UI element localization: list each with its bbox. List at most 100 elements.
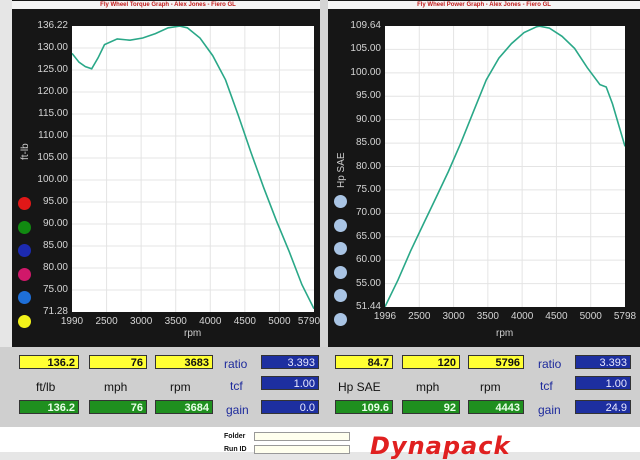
right-y-tick-label: 95.00 — [355, 90, 381, 102]
tcf-value[interactable]: 1.00 — [261, 376, 319, 390]
left-y-tick-label: 120.00 — [37, 86, 68, 97]
rpm-label: rpm — [170, 380, 191, 394]
left-y-tick-label: 85.00 — [42, 240, 68, 251]
left-x-tick-label: 3500 — [164, 316, 187, 327]
right-indicator-dot[interactable] — [334, 289, 347, 302]
left-x-tick-label: 4500 — [233, 316, 256, 327]
right-y-tick-label: 60.00 — [355, 254, 381, 266]
mph-peak-value-right: 92 — [402, 400, 460, 414]
left-indicator-dot[interactable] — [18, 291, 31, 304]
left-indicator-dot[interactable] — [18, 314, 31, 328]
right-y-tick-label: 100.00 — [350, 66, 381, 78]
gain-value-right[interactable]: 24.9 — [575, 400, 631, 414]
rpm-label-right: rpm — [480, 380, 501, 394]
right-x-tick-label: 3500 — [476, 311, 499, 322]
torque-plot-area — [71, 25, 315, 312]
power-x-unit: rpm — [496, 328, 514, 339]
left-x-tick-label: 5000 — [268, 316, 291, 327]
right-indicator-dot[interactable] — [334, 312, 347, 326]
folder-field[interactable] — [254, 432, 350, 441]
power-graph-title: Fly Wheel Power Graph - Alex Jones - Fie… — [328, 1, 640, 9]
gain-value[interactable]: 0.0 — [261, 400, 319, 414]
left-y-tick-label: 75.00 — [42, 284, 68, 295]
power-chart — [384, 25, 626, 308]
right-y-tick-label: 75.00 — [355, 183, 381, 195]
left-series-line — [71, 25, 315, 310]
torque-unit-label: ft/lb — [36, 380, 56, 394]
left-y-tick-label: 110.00 — [38, 130, 68, 141]
torque-x-unit: rpm — [184, 328, 202, 339]
right-x-tick-label: 3000 — [442, 311, 465, 322]
torque-peak-value: 136.2 — [19, 400, 79, 414]
right-indicator-dot[interactable] — [334, 218, 347, 232]
torque-chart — [71, 25, 315, 312]
right-y-tick-label: 90.00 — [355, 113, 381, 125]
hp-readout-value: 84.7 — [335, 355, 393, 369]
torque-graph-panel: Fly Wheel Torque Graph - Alex Jones - Fi… — [12, 0, 324, 347]
right-x-tick-label: 4000 — [511, 311, 534, 322]
right-x-tick-label: 1996 — [373, 311, 397, 322]
right-y-tick-label: 105.00 — [350, 43, 381, 55]
tcf-label: tcf — [230, 379, 243, 393]
left-y-tick-label: 105.00 — [37, 152, 68, 163]
tcf-value-right[interactable]: 1.00 — [575, 376, 631, 390]
rpm-readout-value-right: 5796 — [468, 355, 524, 369]
rpm-peak-value-right: 4443 — [468, 400, 524, 414]
left-y-tick-label: 90.00 — [42, 218, 68, 229]
left-x-tick-label: 2500 — [95, 316, 118, 327]
gain-label: gain — [226, 403, 249, 417]
left-indicator-dot[interactable] — [18, 267, 31, 281]
left-y-tick-label: 115.00 — [38, 108, 68, 119]
bottom-strip: Folder Run ID Dynapack — [0, 427, 640, 460]
torque-readout-value: 136.2 — [19, 355, 79, 369]
left-y-tick-label: 136.22 — [37, 20, 68, 31]
left-y-tick-label: 100.00 — [37, 174, 68, 185]
gain-label-right: gain — [538, 403, 561, 417]
ratio-value-right[interactable]: 3.393 — [575, 355, 631, 369]
left-y-tick-label: 80.00 — [42, 262, 68, 273]
right-indicator-dot[interactable] — [334, 242, 347, 255]
left-x-tick-label: 4000 — [199, 316, 222, 327]
mph-readout-value: 76 — [89, 355, 147, 369]
folder-label: Folder — [224, 433, 246, 440]
hp-peak-value: 109.6 — [335, 400, 393, 414]
tcf-label-right: tcf — [540, 379, 553, 393]
left-y-tick-label: 130.00 — [37, 42, 68, 53]
mph-label-right: mph — [416, 380, 440, 394]
mph-readout-value-right: 120 — [402, 355, 460, 369]
right-y-tick-label: 55.00 — [355, 277, 381, 289]
ratio-value[interactable]: 3.393 — [261, 355, 319, 369]
right-y-tick-label: 80.00 — [355, 160, 381, 172]
ratio-label: ratio — [224, 357, 248, 371]
rpm-peak-value: 3684 — [155, 400, 213, 414]
power-graph-panel: Fly Wheel Power Graph - Alex Jones - Fie… — [328, 0, 640, 347]
right-y-tick-label: 85.00 — [355, 137, 381, 149]
left-indicator-dot[interactable] — [18, 220, 31, 234]
right-x-tick-label: 2500 — [408, 311, 431, 322]
right-indicator-dot[interactable] — [334, 195, 347, 208]
right-y-tick-label: 65.00 — [355, 230, 381, 242]
right-y-tick-label: 70.00 — [355, 207, 381, 219]
left-x-tick-label: 3000 — [130, 316, 153, 327]
left-x-tick-label: 1990 — [60, 316, 84, 327]
rpm-readout-value: 3683 — [155, 355, 213, 369]
mph-peak-value: 76 — [89, 400, 147, 414]
right-x-tick-label: 5000 — [579, 311, 602, 322]
hp-unit-label: Hp SAE — [338, 380, 381, 394]
panel-separator — [320, 0, 328, 347]
left-indicator-dot[interactable] — [18, 244, 31, 257]
right-indicator-dot[interactable] — [334, 265, 347, 279]
dynapack-logo: Dynapack — [370, 432, 511, 460]
right-x-tick-label: 4500 — [545, 311, 568, 322]
power-plot-area — [384, 25, 626, 308]
run-id-field[interactable] — [254, 445, 350, 454]
ratio-label-right: ratio — [538, 357, 562, 371]
torque-graph-title: Fly Wheel Torque Graph - Alex Jones - Fi… — [12, 1, 324, 9]
right-x-tick-label: 5798 — [613, 311, 637, 322]
left-indicator-dot[interactable] — [18, 197, 31, 210]
mph-label: mph — [104, 380, 128, 394]
left-y-tick-label: 95.00 — [42, 196, 68, 207]
left-y-tick-label: 125.00 — [37, 64, 68, 75]
readout-strip: 136.2 76 3683 ft/lb mph rpm 136.2 76 368… — [0, 347, 640, 427]
right-y-tick-label: 109.64 — [350, 20, 381, 31]
